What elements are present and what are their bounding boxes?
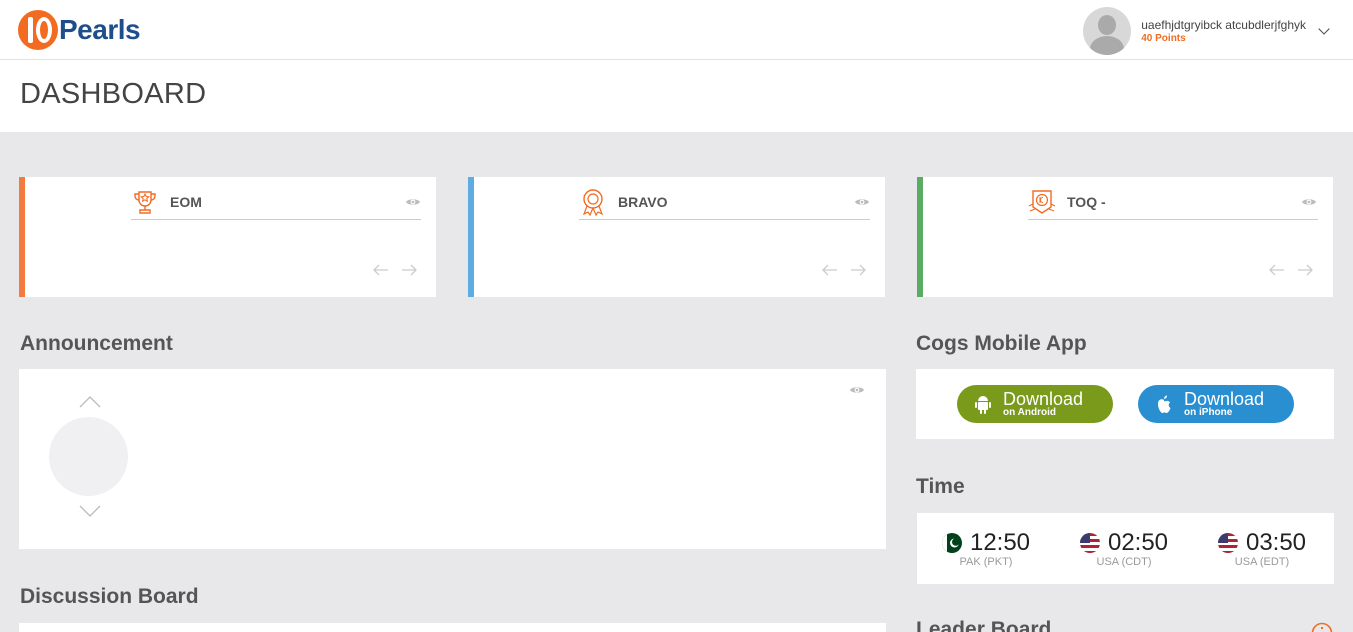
- arrow-right-icon[interactable]: [850, 264, 866, 276]
- android-button-label: Download: [1003, 389, 1084, 409]
- arrow-left-icon[interactable]: [373, 264, 389, 276]
- info-icon[interactable]: [1311, 622, 1333, 632]
- usa-flag-icon: [1217, 533, 1238, 553]
- card-accent-bar: [19, 177, 25, 297]
- award-card-toq: TOQ -: [917, 177, 1333, 297]
- logo-mark-icon: [18, 10, 58, 50]
- apple-icon: [1158, 395, 1171, 413]
- award-card-eom: EOM: [19, 177, 436, 297]
- time-zone-edt: 03:50 USA (EDT): [1193, 513, 1334, 584]
- chevron-down-icon[interactable]: [79, 505, 101, 517]
- top-navigation-bar: Pearls uaefhjdtgryibck atcubdlerjfghyk 4…: [0, 0, 1353, 60]
- card-header: TOQ -: [1028, 185, 1318, 220]
- android-icon: [975, 396, 991, 414]
- eye-icon[interactable]: [405, 197, 421, 207]
- discussion-board-panel: [19, 623, 886, 632]
- card-accent-bar: [917, 177, 923, 297]
- card-title: TOQ -: [1067, 194, 1106, 210]
- pakistan-flag-icon: [941, 533, 962, 553]
- logo-text: Pearls: [59, 14, 141, 45]
- badge-icon: [1028, 190, 1056, 214]
- user-menu[interactable]: uaefhjdtgryibck atcubdlerjfghyk 40 Point…: [1083, 7, 1330, 55]
- time-zone-label: USA (CDT): [1096, 556, 1152, 568]
- time-title: Time: [916, 475, 965, 498]
- discussion-board-title: Discussion Board: [20, 585, 199, 608]
- announcement-panel: [19, 369, 886, 549]
- download-android-button[interactable]: Download on Android: [957, 385, 1113, 423]
- time-value: 12:50: [969, 529, 1031, 556]
- arrow-right-icon[interactable]: [401, 264, 417, 276]
- leader-board-title: Leader Board: [916, 618, 1052, 632]
- trophy-icon: [134, 191, 156, 214]
- user-points: 40 Points: [1141, 33, 1186, 44]
- avatar[interactable]: [1083, 7, 1132, 55]
- download-iphone-button[interactable]: Download on iPhone: [1138, 385, 1294, 423]
- card-header: BRAVO: [579, 185, 870, 220]
- announcement-title: Announcement: [20, 332, 173, 355]
- android-button-sub: on Android: [1003, 407, 1056, 418]
- page-title: DASHBOARD: [20, 78, 207, 110]
- iphone-button-sub: on iPhone: [1184, 407, 1233, 418]
- eye-icon[interactable]: [1301, 197, 1317, 207]
- page-title-bar: DASHBOARD: [0, 60, 1353, 132]
- chevron-up-icon[interactable]: [79, 396, 101, 408]
- user-name: uaefhjdtgryibck atcubdlerjfghyk: [1141, 18, 1306, 32]
- chevron-down-icon[interactable]: [1318, 23, 1330, 35]
- eye-icon[interactable]: [849, 385, 865, 395]
- mobile-app-title: Cogs Mobile App: [916, 332, 1087, 355]
- card-header: EOM: [131, 185, 421, 220]
- card-title: BRAVO: [618, 194, 668, 210]
- card-title: EOM: [170, 194, 202, 210]
- time-value: 03:50: [1245, 529, 1307, 556]
- eye-icon[interactable]: [854, 197, 870, 207]
- card-accent-bar: [468, 177, 474, 297]
- app-logo[interactable]: Pearls: [18, 10, 141, 50]
- time-value: 02:50: [1107, 529, 1169, 556]
- usa-flag-icon: [1079, 533, 1100, 553]
- time-zone-pkt: 12:50 PAK (PKT): [917, 513, 1055, 584]
- iphone-button-label: Download: [1184, 389, 1265, 409]
- user-info: uaefhjdtgryibck atcubdlerjfghyk 40 Point…: [1141, 18, 1306, 44]
- medal-icon: [582, 189, 604, 216]
- time-zone-cdt: 02:50 USA (CDT): [1055, 513, 1193, 584]
- arrow-left-icon[interactable]: [822, 264, 838, 276]
- arrow-left-icon[interactable]: [1269, 264, 1285, 276]
- announcement-image: [49, 417, 128, 496]
- time-zone-label: PAK (PKT): [959, 556, 1013, 568]
- time-zone-label: USA (EDT): [1234, 556, 1290, 568]
- arrow-right-icon[interactable]: [1297, 264, 1313, 276]
- award-card-bravo: BRAVO: [468, 177, 885, 297]
